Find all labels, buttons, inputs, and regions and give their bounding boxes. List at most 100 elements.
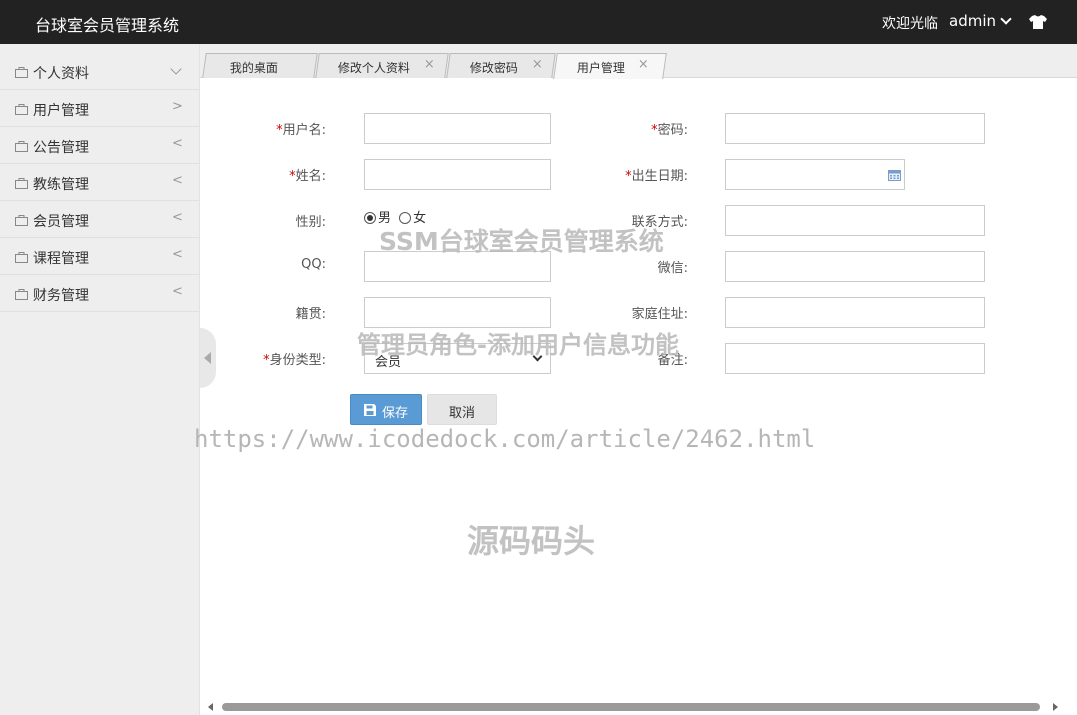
sidebar-item-label: 财务管理 [33, 288, 89, 304]
sidebar-item-coaches[interactable]: 教练管理 < [0, 164, 199, 201]
sidebar-item-courses[interactable]: 课程管理 < [0, 238, 199, 275]
contact-label: 联系方式: [631, 215, 688, 230]
remark-field-box [725, 343, 985, 374]
app-title: 台球室会员管理系统 [35, 16, 180, 35]
password-field-box [725, 113, 985, 144]
qq-label: QQ: [301, 257, 326, 272]
sidebar-item-label: 个人资料 [33, 66, 89, 82]
tab-bar: 我的桌面 修改个人资料 × 修改密码 × 用户管理 × [200, 44, 1077, 79]
close-icon[interactable]: × [424, 57, 435, 72]
username: admin [949, 12, 996, 30]
chevron-left-icon: < [172, 284, 183, 299]
username-input[interactable] [365, 114, 550, 143]
scroll-right-icon[interactable] [1053, 703, 1058, 711]
sidebar-item-label: 会员管理 [33, 214, 89, 230]
gender-male-label: 男 [378, 211, 392, 226]
gender-male-radio[interactable] [364, 212, 376, 224]
floppy-disk-icon [364, 404, 376, 416]
birthday-input[interactable] [726, 160, 904, 189]
role-label: *身份类型: [263, 353, 326, 368]
gender-label: 性别: [295, 215, 326, 230]
scroll-left-icon[interactable] [208, 703, 213, 711]
role-selected-value: 会员 [375, 355, 402, 370]
contact-field-box [725, 205, 985, 236]
password-label: *密码: [651, 123, 688, 138]
birthday-label: *出生日期: [625, 169, 688, 184]
bag-icon [15, 178, 28, 189]
role-select[interactable]: 会员 [364, 343, 551, 374]
calendar-icon[interactable] [888, 169, 901, 181]
origin-field-box [364, 297, 551, 328]
remark-input[interactable] [726, 344, 984, 373]
sidebar-item-finance[interactable]: 财务管理 < [0, 275, 199, 312]
password-input[interactable] [726, 114, 984, 143]
tab-label: 修改密码 [469, 61, 518, 75]
username-label: *用户名: [276, 123, 326, 138]
bag-icon [15, 104, 28, 115]
sidebar-item-profile[interactable]: 个人资料 [0, 53, 199, 90]
tab-label: 用户管理 [576, 61, 625, 75]
watermark-brand: 源码码头 [467, 522, 596, 560]
save-button-label: 保存 [382, 406, 409, 421]
chevron-left-icon: < [172, 136, 183, 151]
chevron-right-icon: > [172, 99, 183, 114]
username-field-box [364, 113, 551, 144]
wechat-input[interactable] [726, 252, 984, 281]
name-field-box [364, 159, 551, 190]
watermark-url: https://www.icodedock.com/article/2462.h… [194, 425, 816, 453]
chevron-left-icon: < [172, 173, 183, 188]
sidebar-item-members[interactable]: 会员管理 < [0, 201, 199, 238]
scrollbar-thumb[interactable] [222, 703, 1040, 711]
bag-icon [15, 141, 28, 152]
save-button[interactable]: 保存 [350, 394, 422, 425]
wechat-field-box [725, 251, 985, 282]
contact-input[interactable] [726, 206, 984, 235]
bag-icon [15, 215, 28, 226]
gender-female-label: 女 [413, 211, 427, 226]
name-input[interactable] [365, 160, 550, 189]
gender-radio-group: 男 女 [364, 207, 426, 226]
bag-icon [15, 252, 28, 263]
sidebar: 个人资料 用户管理 > 公告管理 < 教练管理 < 会员管理 < 课程管理 < … [0, 44, 200, 715]
bag-icon [15, 289, 28, 300]
tab-desktop[interactable]: 我的桌面 [202, 53, 318, 78]
sidebar-item-label: 课程管理 [33, 251, 89, 267]
chevron-down-icon [1000, 13, 1012, 25]
horizontal-scrollbar[interactable] [200, 700, 1065, 715]
chevron-down-icon [170, 63, 182, 75]
origin-input[interactable] [365, 298, 550, 327]
bag-icon [15, 67, 28, 78]
address-field-box [725, 297, 985, 328]
address-input[interactable] [726, 298, 984, 327]
tab-label: 我的桌面 [229, 61, 278, 75]
top-header: 台球室会员管理系统 欢迎光临 admin [0, 0, 1077, 44]
chevron-left-icon: < [172, 247, 183, 262]
tab-label: 修改个人资料 [337, 61, 410, 75]
sidebar-item-notices[interactable]: 公告管理 < [0, 127, 199, 164]
wechat-label: 微信: [657, 261, 688, 276]
chevron-left-icon: < [172, 210, 183, 225]
tab-user-management[interactable]: 用户管理 × [553, 53, 667, 79]
shirt-icon[interactable] [1029, 15, 1047, 29]
sidebar-item-label: 公告管理 [33, 140, 89, 156]
qq-field-box [364, 251, 551, 282]
tab-edit-profile[interactable]: 修改个人资料 × [315, 53, 449, 78]
user-menu[interactable]: admin [949, 12, 1012, 30]
tab-change-password[interactable]: 修改密码 × [446, 53, 556, 78]
sidebar-item-users[interactable]: 用户管理 > [0, 90, 199, 127]
remark-label: 备注: [657, 353, 688, 368]
name-label: *姓名: [289, 169, 326, 184]
sidebar-item-label: 用户管理 [33, 103, 89, 119]
close-icon[interactable]: × [532, 57, 543, 72]
welcome-text: 欢迎光临 [882, 16, 938, 32]
address-label: 家庭住址: [631, 307, 688, 322]
birthday-field-box [725, 159, 905, 190]
close-icon[interactable]: × [638, 57, 649, 72]
cancel-button-label: 取消 [449, 406, 476, 421]
sidebar-item-label: 教练管理 [33, 177, 89, 193]
chevron-down-icon [532, 351, 543, 362]
gender-female-radio[interactable] [399, 212, 412, 224]
qq-input[interactable] [365, 252, 550, 281]
origin-label: 籍贯: [295, 307, 326, 322]
cancel-button[interactable]: 取消 [427, 394, 497, 425]
